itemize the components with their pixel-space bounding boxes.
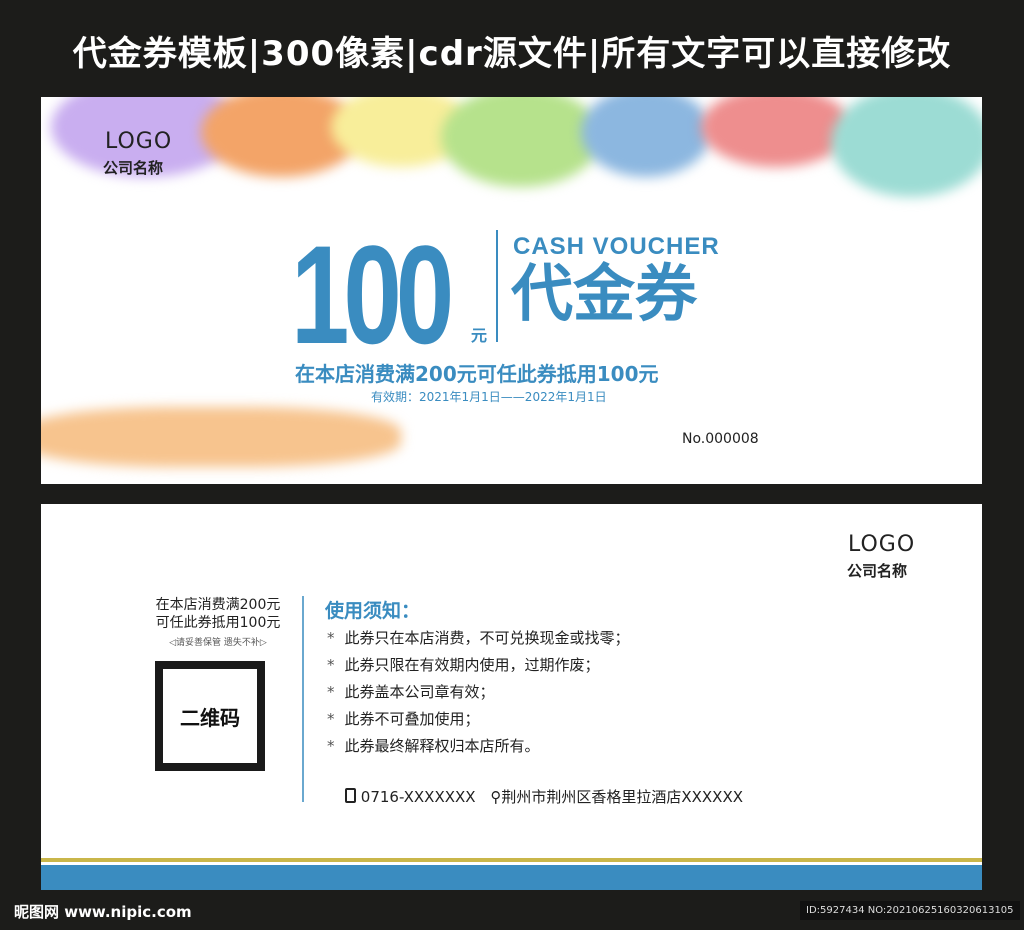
validity: 有效期：2021年1月1日——2022年1月1日 [371, 390, 607, 404]
rules-list: * 此券只在本店消费，不可兑换现金或找零； * 此券只限在有效期内使用，过期作废； … [327, 625, 630, 760]
banner-title: 代金券模板|300像素|cdr源文件|所有文字可以直接修改 [72, 34, 952, 74]
divider [496, 230, 498, 342]
phone-icon [345, 788, 356, 803]
serial-number: No.000008 [682, 431, 759, 447]
offer-line-2: 可任此券抵用100元 [155, 615, 281, 631]
paint-splash [581, 97, 711, 177]
logo: LOGO [848, 532, 916, 557]
phone-number: 0716-XXXXXXX [360, 788, 476, 806]
company-name: 公司名称 [103, 159, 164, 177]
footer-band [41, 865, 982, 890]
voucher-back: LOGO 公司名称 在本店消费满200元 可任此券抵用100元 ◁请妥善保管 遗… [41, 504, 982, 890]
qr-code-placeholder: 二维码 [155, 661, 265, 771]
rule-item: * 此券不可叠加使用； [327, 710, 480, 728]
notice-title: 使用须知： [325, 600, 421, 622]
accent-stripe [41, 858, 982, 862]
rule-item: * 此券盖本公司章有效； [327, 683, 495, 701]
amount: 100 [291, 216, 454, 373]
voucher-front: LOGO 公司名称 100 元 CASH VOUCHER 代金券 在本店消费满2… [41, 97, 982, 484]
paint-splash [701, 97, 851, 167]
rule-item: * 此券只限在有效期内使用，过期作废； [327, 656, 600, 674]
location-pin-icon: ⚲ [490, 788, 502, 806]
watermark-id: ID:5927434 NO:20210625160320613105 [800, 901, 1020, 920]
offer-text: 在本店消费满200元可任此券抵用100元 [295, 362, 659, 386]
rule-item: * 此券最终解释权归本店所有。 [327, 737, 540, 755]
paint-splash [441, 97, 601, 187]
divider [302, 596, 304, 802]
logo: LOGO [105, 129, 173, 154]
paint-brush-stroke [41, 407, 401, 467]
company-name: 公司名称 [847, 562, 908, 580]
qr-label: 二维码 [163, 669, 257, 763]
watermark-site: 昵图网 www.nipic.com [14, 903, 192, 921]
paint-splash [831, 97, 982, 197]
voucher-title: 代金券 [511, 257, 698, 330]
offer-summary: 在本店消费满200元 可任此券抵用100元 ◁请妥善保管 遗失不补▷ [145, 596, 291, 652]
amount-unit: 元 [471, 326, 488, 345]
address: 荆州市荆州区香格里拉酒店XXXXXX [501, 788, 744, 806]
rule-item: * 此券只在本店消费，不可兑换现金或找零； [327, 629, 630, 647]
offer-line-1: 在本店消费满200元 [155, 597, 281, 613]
keep-note: ◁请妥善保管 遗失不补▷ [169, 638, 267, 648]
contact-row: 0716-XXXXXXX ⚲荆州市荆州区香格里拉酒店XXXXXX [345, 786, 743, 807]
